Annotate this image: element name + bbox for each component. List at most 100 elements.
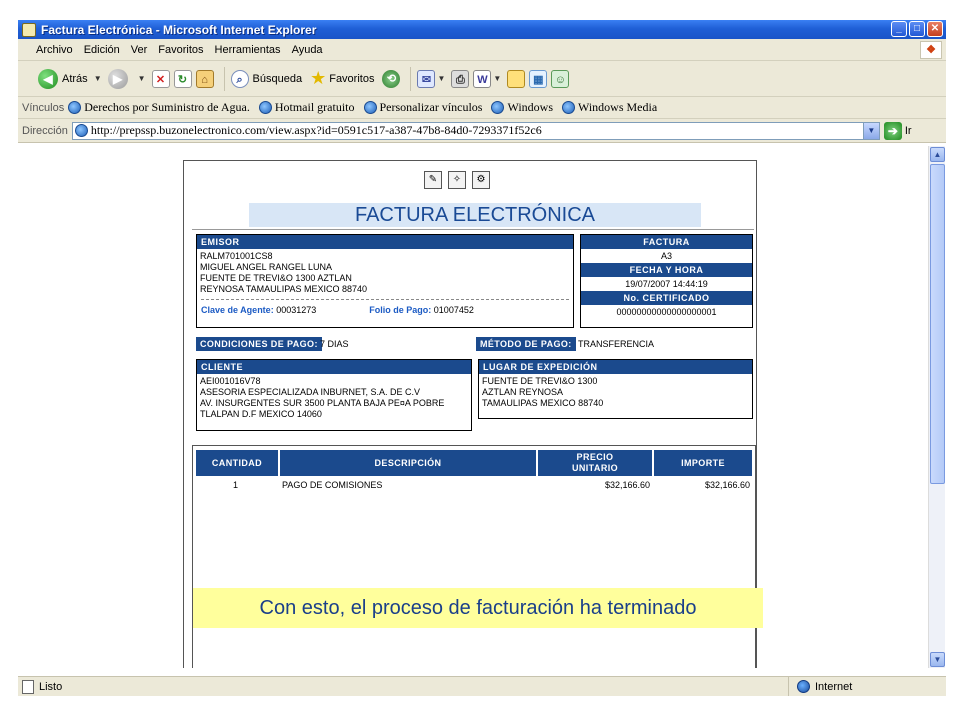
link-label: Windows <box>507 100 553 114</box>
history-icon[interactable]: ⟲ <box>382 69 401 88</box>
status-text: Listo <box>39 680 63 693</box>
gear-document-icon[interactable]: ⚙ <box>472 171 490 189</box>
mail-dropdown-icon[interactable]: ▼ <box>437 74 445 83</box>
link-windows-media[interactable]: Windows Media <box>562 100 657 115</box>
expedicion-line: FUENTE DE TREVI&O 1300 <box>482 376 598 386</box>
folio-value: 01007452 <box>433 305 474 315</box>
emisor-name: MIGUEL ANGEL RANGEL LUNA <box>200 262 333 272</box>
factura-block: FACTURA A3 FECHA Y HORA 19/07/2007 14:44… <box>580 234 753 328</box>
edit-dropdown-icon[interactable]: ▼ <box>493 74 501 83</box>
forward-arrow-icon: ▶ <box>107 68 128 89</box>
search-label: Búsqueda <box>252 72 303 85</box>
link-label: Hotmail gratuito <box>274 100 355 114</box>
print-icon[interactable]: ⎙ <box>451 69 470 88</box>
back-label: Atrás <box>62 72 88 85</box>
go-arrow-icon[interactable]: ➔ <box>883 121 902 140</box>
expedicion-line: AZTLAN REYNOSA <box>482 387 564 397</box>
scroll-up-icon[interactable]: ▲ <box>930 147 945 162</box>
emisor-block: EMISOR RALM701001CS8 MIGUEL ANGEL RANGEL… <box>196 234 574 328</box>
cliente-name: ASESORIA ESPECIALIZADA INBURNET, S.A. DE… <box>200 387 421 397</box>
forward-dropdown-icon[interactable]: ▼ <box>138 74 146 83</box>
messenger-icon[interactable]: ☺ <box>551 69 570 88</box>
ie-page-icon <box>562 101 575 114</box>
menu-favoritos[interactable]: Favoritos <box>158 44 203 56</box>
search-button[interactable]: ⌕ Búsqueda <box>230 69 303 88</box>
links-bar: Vínculos Derechos por Suministro de Agua… <box>18 97 946 119</box>
completion-banner: Con esto, el proceso de facturación ha t… <box>193 588 763 628</box>
wizard-icon[interactable]: ✧ <box>448 171 466 189</box>
vertical-scrollbar[interactable]: ▲ ▼ <box>928 146 945 668</box>
link-label: Personalizar vínculos <box>379 100 483 114</box>
home-icon[interactable]: ⌂ <box>195 69 214 88</box>
mail-icon[interactable]: ✉ <box>417 69 436 88</box>
dashed-divider <box>201 299 569 300</box>
menu-archivo[interactable]: Archivo <box>36 44 73 56</box>
col-importe-header: IMPORTE <box>654 450 752 476</box>
link-label: Windows Media <box>578 100 658 114</box>
refresh-icon[interactable]: ↻ <box>173 69 192 88</box>
window-controls: _ □ ✕ <box>891 21 943 37</box>
folder-icon[interactable] <box>507 69 526 88</box>
close-button[interactable]: ✕ <box>927 21 943 37</box>
favorites-button[interactable]: ★ Favoritos <box>310 68 374 89</box>
invoice-icons: ✎ ✧ ⚙ <box>424 171 490 189</box>
date-header: FECHA Y HORA <box>581 263 752 277</box>
link-derechos-agua[interactable]: Derechos por Suministro de Agua. <box>68 100 250 115</box>
agent-folio-row: Clave de Agente: 00031273 Folio de Pago:… <box>197 305 573 315</box>
date-value: 19/07/2007 14:44:19 <box>625 279 708 289</box>
back-button[interactable]: ◀ Atrás <box>38 68 88 89</box>
checklist-icon[interactable]: ✎ <box>424 171 442 189</box>
scroll-down-icon[interactable]: ▼ <box>930 652 945 667</box>
col-descripcion-header: DESCRIPCIÓN <box>280 450 536 476</box>
minimize-button[interactable]: _ <box>891 21 907 37</box>
menu-herramientas[interactable]: Herramientas <box>215 44 281 56</box>
standard-toolbar: ◀ Atrás ▼ ▶ ▼ ✕ ↻ ⌂ ⌕ Búsqueda ★ Favorit… <box>18 61 946 97</box>
link-hotmail[interactable]: Hotmail gratuito <box>258 100 355 115</box>
address-label: Dirección <box>22 124 68 137</box>
maximize-button[interactable]: □ <box>909 21 925 37</box>
stop-icon[interactable]: ✕ <box>151 69 170 88</box>
address-bar: Dirección http://prepssp.buzonelectronic… <box>18 119 946 143</box>
edit-icon[interactable]: W <box>473 69 492 88</box>
col-cantidad-header: CANTIDAD <box>196 450 278 476</box>
back-arrow-icon: ◀ <box>38 68 58 89</box>
cliente-city: TLALPAN D.F MEXICO 14060 <box>200 409 322 419</box>
items-table: CANTIDAD DESCRIPCIÓN PRECIO UNITARIO IMP… <box>192 445 756 668</box>
cert-value: 00000000000000000001 <box>616 307 717 317</box>
menu-ayuda[interactable]: Ayuda <box>292 44 323 56</box>
back-dropdown-icon[interactable]: ▼ <box>94 74 102 83</box>
condiciones-value: 7 DIAS <box>320 339 349 349</box>
windows-logo-icon: ❖ <box>920 41 942 59</box>
row-descripcion: PAGO DE COMISIONES <box>282 480 383 490</box>
window-title: Factura Electrónica - Microsoft Internet… <box>41 22 317 37</box>
forward-button[interactable]: ▶ <box>107 68 132 89</box>
emisor-address: FUENTE DE TREVI&O 1300 AZTLAN <box>200 273 352 283</box>
emisor-city: REYNOSA TAMAULIPAS MEXICO 88740 <box>200 284 368 294</box>
menu-ver[interactable]: Ver <box>131 44 148 56</box>
menu-edicion[interactable]: Edición <box>84 44 120 56</box>
ie-page-icon <box>363 101 377 114</box>
status-bar: Listo Internet <box>18 676 946 696</box>
ie-page-icon <box>68 101 82 114</box>
emisor-rfc: RALM701001CS8 <box>200 251 273 261</box>
zone-text: Internet <box>815 680 853 693</box>
cert-header: No. CERTIFICADO <box>581 291 752 305</box>
expedicion-block: LUGAR DE EXPEDICIÓN FUENTE DE TREVI&O 13… <box>478 359 753 419</box>
cliente-address: AV. INSURGENTES SUR 3500 PLANTA BAJA PE¤… <box>200 398 445 408</box>
scroll-thumb[interactable] <box>930 164 945 484</box>
link-personalizar[interactable]: Personalizar vínculos <box>363 100 483 115</box>
address-input[interactable]: http://prepssp.buzonelectronico.com/view… <box>71 121 880 140</box>
invoice-title: FACTURA ELECTRÓNICA <box>249 203 701 227</box>
document-icon <box>22 22 36 37</box>
address-dropdown-icon[interactable]: ▼ <box>862 122 879 139</box>
factura-header: FACTURA <box>581 235 752 249</box>
ie-page-icon <box>258 101 272 114</box>
go-button[interactable]: Ir <box>905 125 912 137</box>
row-cantidad: 1 <box>233 480 239 490</box>
research-icon[interactable]: ▦ <box>529 69 548 88</box>
address-url: http://prepssp.buzonelectronico.com/view… <box>90 123 542 137</box>
link-windows[interactable]: Windows <box>491 100 553 115</box>
col-precio-header: PRECIO UNITARIO <box>538 450 652 476</box>
toolbar-separator <box>410 66 412 91</box>
favorites-label: Favoritos <box>329 72 375 85</box>
